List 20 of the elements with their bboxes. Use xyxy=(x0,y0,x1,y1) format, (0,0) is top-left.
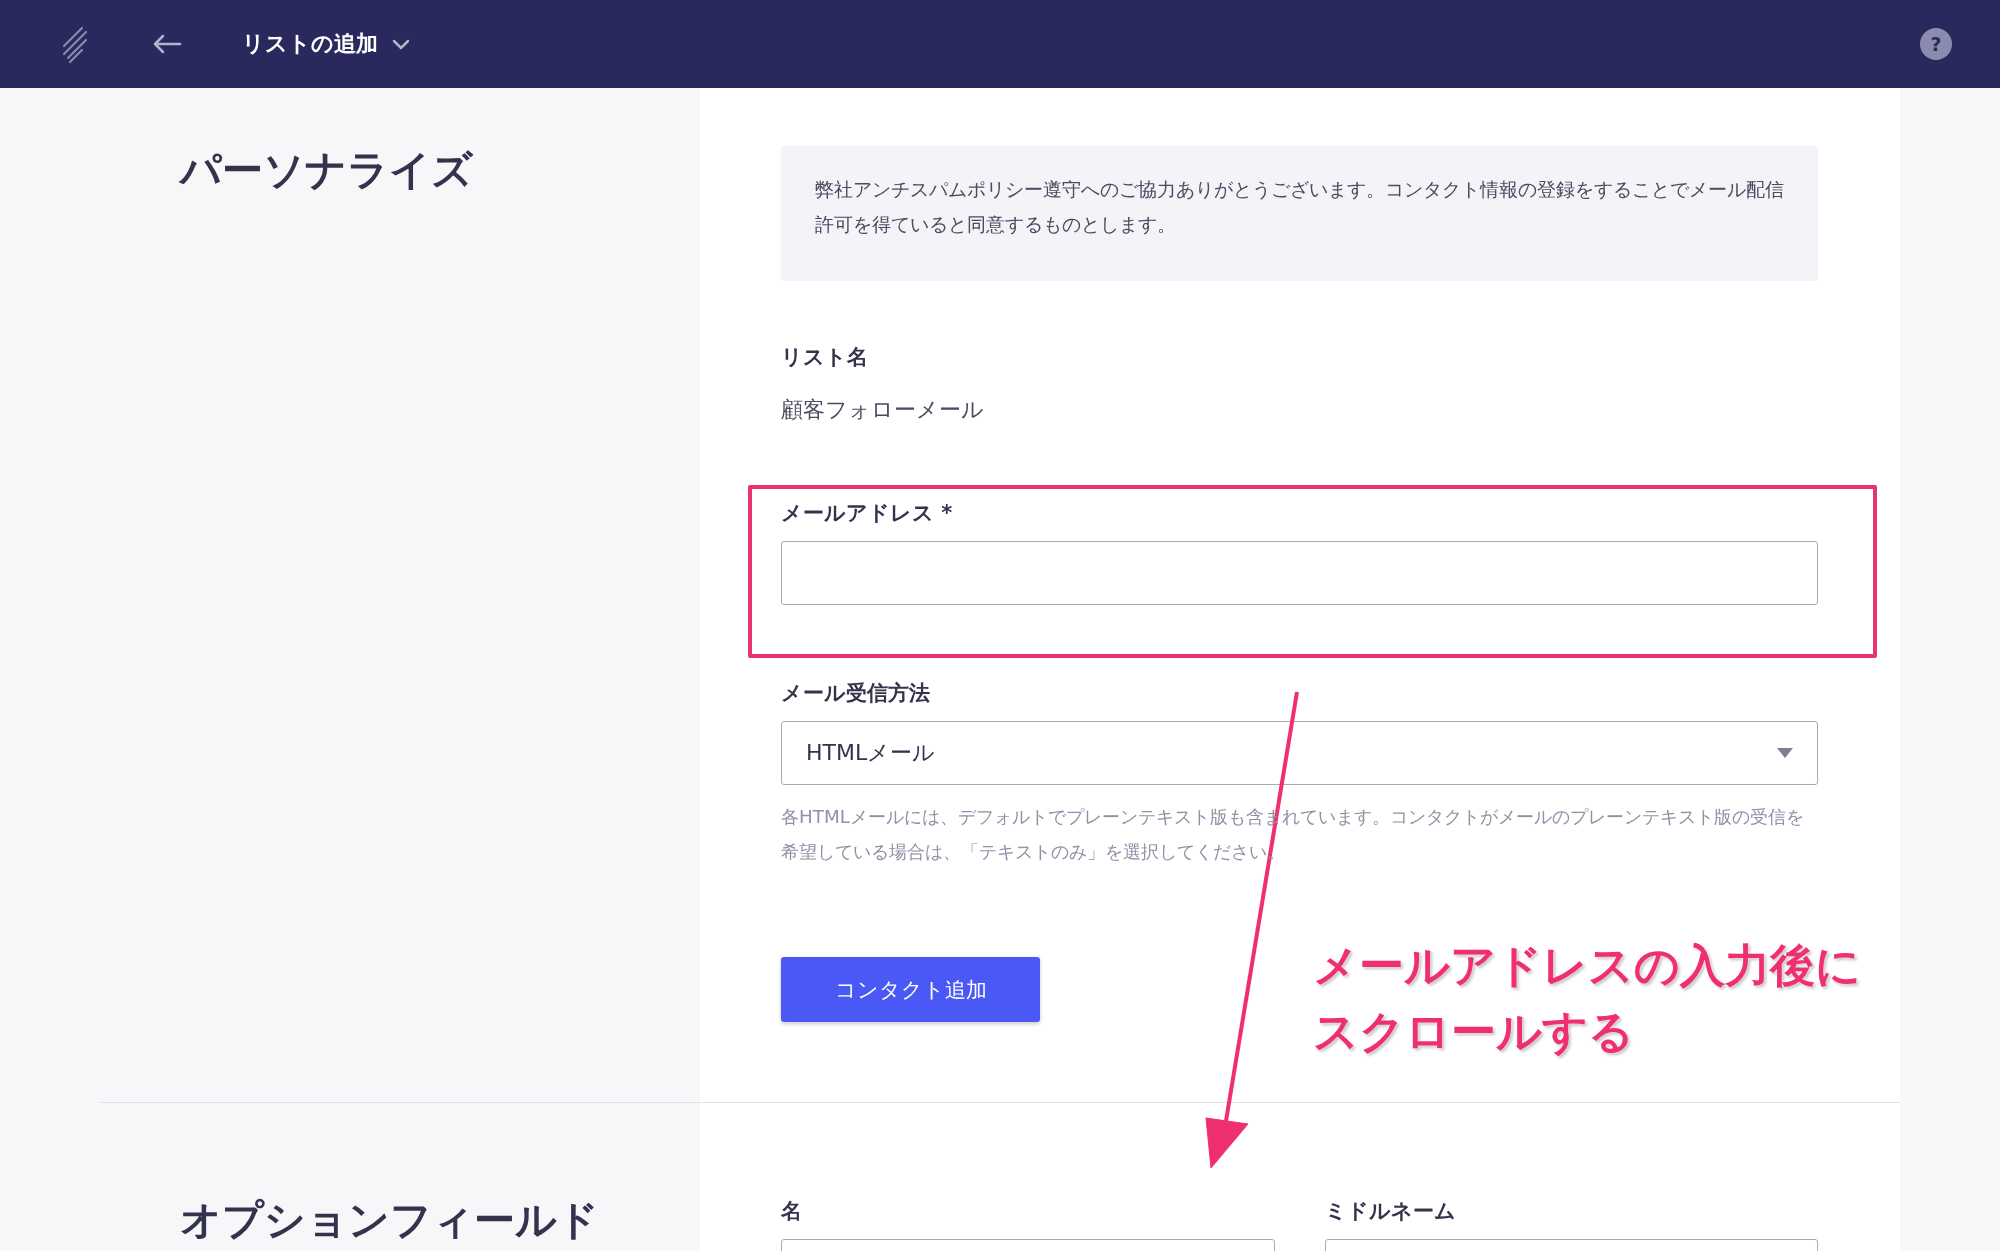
field-label: ミドルネーム xyxy=(1324,1198,1457,1225)
annotation-text: メールアドレスの入力後に xyxy=(1313,938,1861,994)
field-label: メール受信方法 xyxy=(781,680,931,707)
back-arrow-icon[interactable] xyxy=(152,34,182,54)
section-title: パーソナライズ xyxy=(180,145,475,196)
logo-icon[interactable] xyxy=(60,24,90,64)
input-field[interactable] xyxy=(781,541,1818,605)
notice-text: 弊社アンチスパムポリシー遵守へのご協力ありがとうございます。コンタクト情報の登録をすることでメール配信許可を得ていると同意するものとします。 xyxy=(781,146,1818,281)
help-icon[interactable]: ? xyxy=(1920,28,1952,60)
select-field[interactable]: HTMLメール xyxy=(781,721,1818,785)
dropdown-triangle-icon xyxy=(1777,748,1793,758)
add-contact-button[interactable]: コンタクト追加 xyxy=(781,957,1040,1022)
chevron-down-icon[interactable] xyxy=(392,38,410,50)
section-title: オプションフィールド xyxy=(180,1195,600,1246)
field-label: メールアドレス * xyxy=(781,500,954,527)
list-name-value: 顧客フォローメール xyxy=(781,396,985,424)
annotation-text: スクロールする xyxy=(1313,1004,1635,1060)
page-title[interactable]: リストの追加 xyxy=(242,29,378,59)
field-label: 名 xyxy=(781,1198,803,1225)
field-label: リスト名 xyxy=(781,344,869,371)
